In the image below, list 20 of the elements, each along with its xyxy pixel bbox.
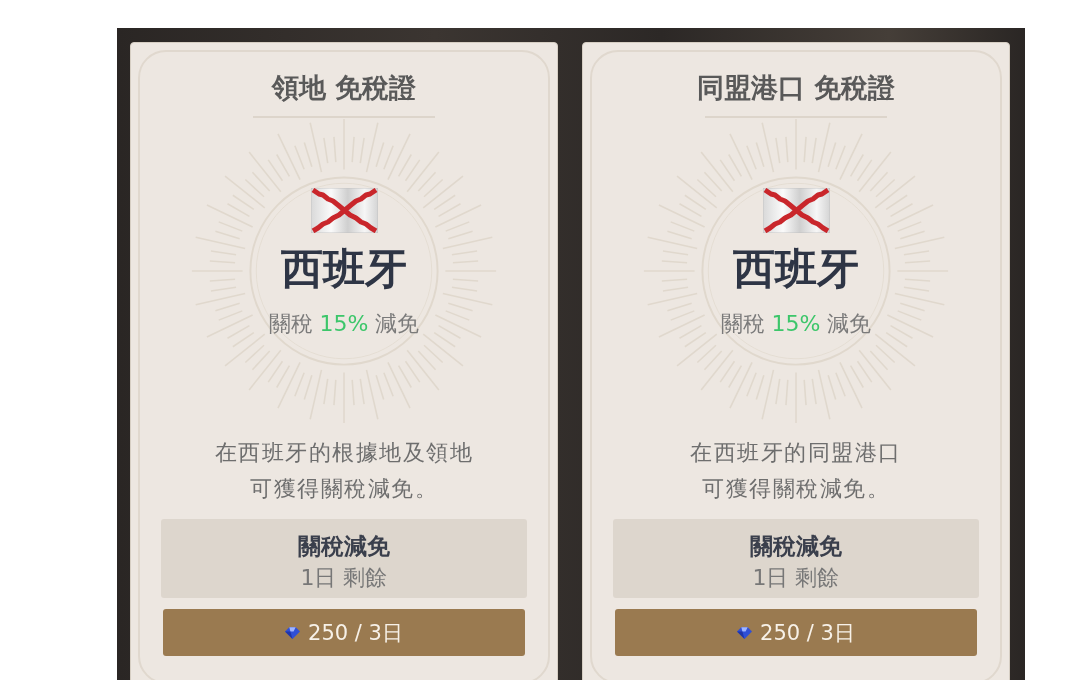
purchase-button[interactable]: 250 / 3日 (615, 609, 977, 656)
card-title: 領地 免稅證 (271, 72, 417, 104)
description-line: 在西班牙的同盟港口 (690, 439, 902, 467)
nation-name: 西班牙 (281, 245, 407, 293)
purchase-button[interactable]: 250 / 3日 (163, 609, 525, 656)
remaining-time: 1日 剩餘 (752, 564, 840, 592)
card-title: 同盟港口 免稅證 (696, 72, 896, 104)
tariff-line: 關稅 15% 減免 (720, 310, 872, 338)
tariff-line: 關稅 15% 減免 (268, 310, 420, 338)
gem-icon (737, 626, 753, 639)
flag-icon (310, 188, 378, 233)
description-line: 在西班牙的根據地及領地 (214, 439, 474, 467)
gem-icon (285, 626, 301, 639)
remaining-time: 1日 剩餘 (300, 564, 388, 592)
flag-icon (762, 188, 830, 233)
status-label: 關稅減免 (750, 532, 842, 561)
description-line: 可獲得關稅減免。 (702, 475, 890, 503)
nation-name: 西班牙 (733, 245, 859, 293)
description-line: 可獲得關稅減免。 (250, 475, 438, 503)
status-label: 關稅減免 (298, 532, 390, 561)
